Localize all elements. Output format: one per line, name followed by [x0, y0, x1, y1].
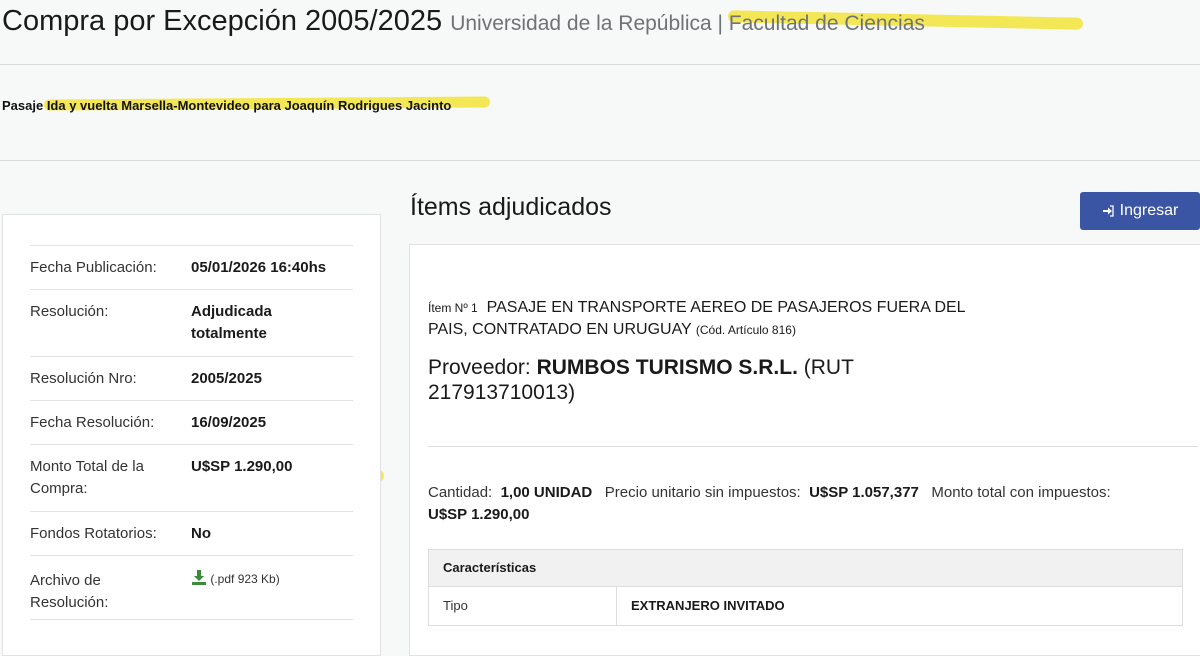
purchase-description: Pasaje Ida y vuelta Marsella-Montevideo … [2, 98, 452, 113]
total-label: Monto total con impuestos: [931, 484, 1111, 501]
detail-row-resolution-number: Resolución Nro: 2005/2025 [30, 356, 353, 401]
detail-row-resolution-file: Archivo de Resolución: (.pdf 923 Kb) [30, 555, 353, 620]
detail-row-resolution: Resolución: Adjudicada totalmente [30, 289, 353, 357]
quantity-value: 1,00 UNIDAD [500, 484, 593, 501]
page-title: Compra por Excepción 2005/2025 Universid… [2, 5, 925, 37]
detail-row-resolution-date: Fecha Resolución: 16/09/2025 [30, 400, 353, 445]
page-header: Compra por Excepción 2005/2025 Universid… [0, 0, 1200, 65]
unit-price-label: Precio unitario sin impuestos: [604, 484, 801, 501]
provider-name: RUMBOS TURISMO S.R.L. [536, 356, 798, 379]
login-button[interactable]: Ingresar [1080, 192, 1200, 230]
detail-label: Fecha Publicación: [30, 259, 157, 276]
divider [0, 160, 1200, 161]
detail-row-publication-date: Fecha Publicación: 05/01/2026 16:40hs [30, 245, 353, 290]
characteristics-table: Características Tipo EXTRANJERO INVITADO [428, 549, 1183, 626]
provider: Proveedor: RUMBOS TURISMO S.R.L. (RUT 21… [428, 355, 928, 405]
resolution-file-link[interactable]: (.pdf 923 Kb) [191, 568, 341, 590]
unit-price-value: U$SP 1.057,377 [809, 484, 919, 501]
detail-label: Resolución: [30, 303, 109, 320]
detail-value: No [191, 525, 211, 542]
detail-label: Resolución Nro: [30, 370, 137, 387]
item-pricing: Cantidad: 1,00 UNIDAD Precio unitario si… [428, 482, 1168, 526]
detail-value: U$SP 1.290,00 [191, 458, 293, 475]
total-value: U$SP 1.290,00 [428, 506, 530, 523]
detail-label: Fondos Rotatorios: [30, 525, 157, 542]
quantity-label: Cantidad: [428, 484, 493, 501]
item-title: Ítem Nº 1 PASAJE EN TRANSPORTE AEREO DE … [428, 297, 1008, 341]
item-number: Ítem Nº 1 [428, 301, 478, 315]
details-panel: Fecha Publicación: 05/01/2026 16:40hs Re… [2, 214, 381, 656]
divider [428, 446, 1198, 447]
download-icon[interactable] [191, 569, 207, 585]
detail-label: Monto Total de la Compra: [30, 458, 144, 497]
page-subtitle: Universidad de la República | Facultad d… [450, 12, 925, 35]
detail-label: Fecha Resolución: [30, 414, 155, 431]
table-row: Tipo EXTRANJERO INVITADO [429, 587, 1182, 625]
detail-row-rotating-funds: Fondos Rotatorios: No [30, 511, 353, 556]
detail-row-divider [30, 619, 353, 621]
characteristics-header: Características [429, 550, 1182, 587]
sign-in-icon [1102, 205, 1114, 217]
detail-value: 05/01/2026 16:40hs [191, 259, 327, 276]
characteristic-key: Tipo [429, 587, 617, 625]
awarded-item-card: Ítem Nº 1 PASAJE EN TRANSPORTE AEREO DE … [409, 244, 1200, 656]
section-title: Ítems adjudicados [410, 193, 612, 221]
detail-value: 16/09/2025 [191, 414, 267, 431]
detail-row-total-amount: Monto Total de la Compra: U$SP 1.290,00 [30, 444, 353, 512]
detail-label: Archivo de Resolución: [30, 572, 109, 611]
provider-label: Proveedor: [428, 356, 531, 379]
login-button-label: Ingresar [1119, 202, 1179, 219]
file-size: (.pdf 923 Kb) [210, 572, 280, 586]
characteristic-value: EXTRANJERO INVITADO [631, 598, 785, 613]
detail-value: 2005/2025 [191, 370, 262, 387]
detail-value: Adjudicada totalmente [191, 303, 272, 342]
item-code: (Cód. Artículo 816) [695, 323, 796, 337]
